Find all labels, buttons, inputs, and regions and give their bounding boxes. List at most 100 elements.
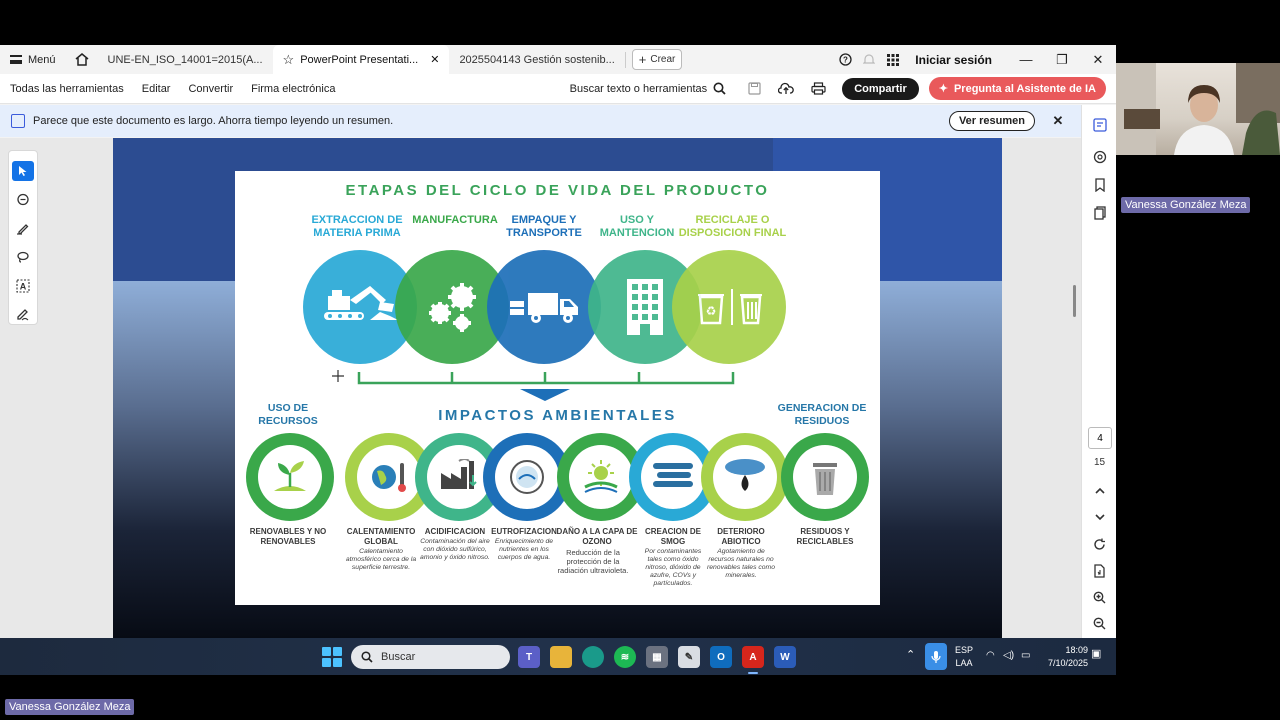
apps-grid-icon[interactable] [881,45,905,74]
pages-icon[interactable] [1082,206,1116,220]
cloud-upload-icon[interactable] [770,74,802,104]
move-cursor-icon [332,370,344,382]
impact-label-waste: RESIDUOS Y RECICLABLES [796,527,854,546]
tab-bar: Menú UNE-EN_ISO_14001=2015(A... ☆ PowerP… [0,45,1116,74]
esign-menu[interactable]: Firma electrónica [242,83,344,95]
clock[interactable]: 18:09 7/10/2025 [1040,645,1088,669]
impact-label-ozone: DAÑO A LA CAPA DE OZONO [556,527,638,546]
lasso-tool-icon[interactable] [12,247,34,267]
ai-assistant-button[interactable]: ✦ Pregunta al Asistente de IA [928,77,1106,100]
window-controls: ? Iniciar sesión — ❐ ✕ [833,45,1116,74]
share-button[interactable]: Compartir [842,77,919,100]
impact-circle-resources [246,433,334,521]
comment-tool-icon[interactable] [12,190,34,210]
microphone-icon[interactable] [925,643,947,670]
help-icon[interactable]: ? [833,45,857,74]
tab-iso-document[interactable]: UNE-EN_ISO_14001=2015(A... [98,45,273,74]
search-icon [361,651,373,663]
impact-label-resources: RENOVABLES Y NO RENOVABLES [249,527,327,546]
meeting-stage: Menú UNE-EN_ISO_14001=2015(A... ☆ PowerP… [0,0,1280,720]
close-window-button[interactable]: ✕ [1080,45,1116,74]
convert-menu[interactable]: Convertir [179,83,242,95]
star-icon[interactable]: ☆ [283,52,295,68]
bookmark-icon[interactable] [1082,178,1116,192]
search-tools[interactable]: Buscar texto o herramientas [570,82,739,95]
plus-icon: + [638,52,647,67]
outlook-icon[interactable]: O [710,646,732,668]
rotate-icon[interactable] [1082,538,1116,551]
impact-desc-ozone: Reducción de la protección de la radiaci… [557,548,629,575]
all-tools-menu[interactable]: Todas las herramientas [0,83,133,95]
page-up-icon[interactable] [1082,485,1116,497]
spotify-icon[interactable]: ≋ [614,646,636,668]
close-tab-icon[interactable]: ✕ [430,53,439,66]
acrobat-icon[interactable]: A [742,646,764,674]
tab-label: PowerPoint Presentati... [300,53,419,66]
calculator-icon[interactable]: ▦ [646,646,668,668]
language-indicator[interactable]: ESP LAA [952,645,976,669]
new-tab-button[interactable]: + Crear [631,49,683,70]
teams-app-icon[interactable]: T [518,646,540,668]
impact-desc-eutrophication: Enriquecimiento de nutrientes en los cue… [494,538,554,561]
signature-tool-icon[interactable] [12,304,34,324]
close-notice-icon[interactable]: ✕ [1035,113,1081,129]
comments-icon[interactable] [1082,150,1116,164]
slide-page: ETAPAS DEL CICLO DE VIDA DEL PRODUCTO EX… [235,171,880,605]
impact-desc-global-warming: Calentamiento atmosférico cerca de la su… [345,548,417,571]
signin-link[interactable]: Iniciar sesión [915,53,992,67]
volume-icon[interactable]: ◁) [1003,650,1014,661]
edit-menu[interactable]: Editar [133,83,180,95]
impact-desc-abiotic: Agotamiento de recursos naturales no ren… [706,548,775,579]
impact-label-smog: CREACION DE SMOG [644,527,701,546]
sprout-icon [274,461,306,491]
page-down-icon[interactable] [1082,511,1116,523]
ai-summary-icon[interactable] [1082,118,1116,132]
zoom-in-icon[interactable] [1082,591,1116,604]
highlight-pen-icon[interactable] [12,218,34,238]
impact-circle-waste [781,433,869,521]
tab-powerpoint[interactable]: ☆ PowerPoint Presentati... ✕ [272,45,450,74]
impact-circle-abiotic [701,433,789,521]
language-bottom: LAA [955,658,973,668]
text-box-icon[interactable]: A [12,276,34,296]
impact-label-global-warming: CALENTAMIENTO GLOBAL [346,527,416,546]
word-icon[interactable]: W [774,646,796,668]
print-icon[interactable] [802,74,834,104]
save-icon[interactable] [738,74,770,104]
factory-icon [441,459,477,489]
smog-layers-icon [653,463,693,487]
notifications-icon[interactable]: ▣ [1091,649,1101,660]
windows-taskbar: Buscar T ≋ ▦ ✎ O A W ⌃ ESP LAA ◠ ◁) ▭ 18… [0,638,1116,675]
wifi-icon[interactable]: ◠ [986,650,995,661]
current-page-field[interactable]: 4 [1088,427,1112,449]
scrollbar-thumb[interactable] [1073,285,1076,317]
notes-app-icon[interactable]: ✎ [678,646,700,668]
battery-icon[interactable]: ▭ [1021,650,1030,661]
minimize-button[interactable]: — [1008,45,1044,74]
hamburger-icon [10,55,22,64]
menu-button[interactable]: Menú [0,45,66,74]
tab-label: 2025504143 Gestión sostenib... [459,53,615,66]
total-pages: 15 [1093,457,1106,468]
home-button[interactable] [66,45,98,74]
start-button[interactable] [322,647,342,667]
webcam-video [1116,63,1280,155]
impact-label-abiotic: DETERIORO ABIOTICO [717,527,765,546]
impact-label-acidification: ACIDIFICACION [424,527,486,536]
document-viewer[interactable]: A ETAPAS DEL CICLO DE VIDA DEL PRODUCTO … [0,138,1081,638]
edge-browser-icon[interactable] [582,646,604,668]
presenter-name-tag: Vanessa González Meza [5,699,135,715]
sun-ozone-icon [584,460,618,493]
taskbar-search[interactable]: Buscar [351,645,510,669]
select-tool-icon[interactable] [12,161,34,181]
fit-page-icon[interactable] [1082,564,1116,578]
impact-label-eutrophication: EUTROFIZACION [491,527,557,536]
tab-gestion[interactable]: 2025504143 Gestión sostenib... [449,45,624,74]
view-summary-button[interactable]: Ver resumen [948,111,1035,131]
file-explorer-icon[interactable] [550,646,572,668]
tray-chevron-icon[interactable]: ⌃ [906,650,915,661]
zoom-out-icon[interactable] [1082,617,1116,630]
language-top: ESP [954,645,973,655]
bell-icon[interactable] [857,45,881,74]
restore-button[interactable]: ❐ [1044,45,1080,74]
